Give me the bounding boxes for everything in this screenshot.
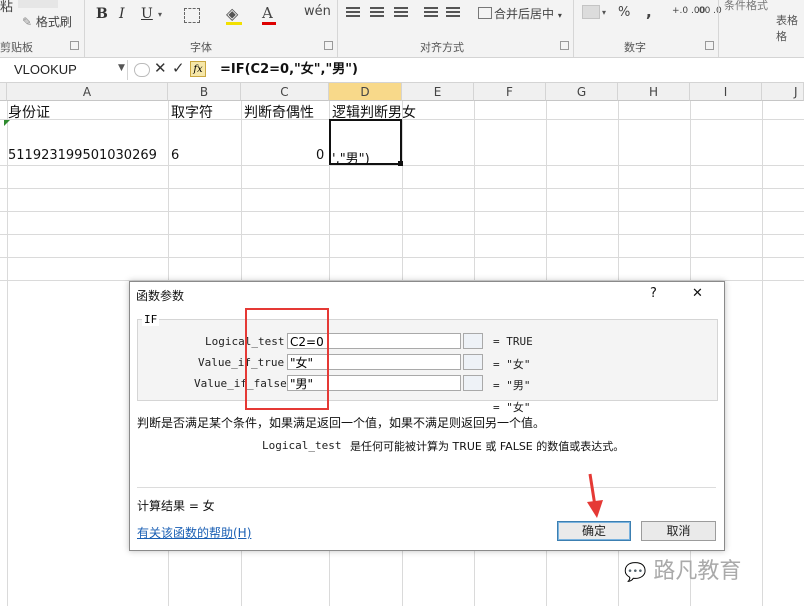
watermark: 💬 路凡教育: [624, 559, 742, 584]
merge-icon: [478, 7, 492, 19]
column-header[interactable]: G: [546, 83, 618, 101]
column-header[interactable]: A: [7, 83, 168, 101]
arg-result: = "女": [493, 358, 531, 371]
chevron-down-icon: ▾: [557, 11, 562, 20]
currency-format-icon[interactable]: [582, 5, 600, 19]
merge-center-button[interactable]: 合并后居中 ▾: [478, 5, 562, 22]
table-format-button[interactable]: 表格格: [776, 12, 804, 44]
name-box[interactable]: VLOOKUP: [0, 60, 128, 80]
brush-icon: ✎: [22, 15, 33, 29]
borders-icon[interactable]: [184, 8, 200, 23]
enter-icon[interactable]: ✓: [172, 59, 185, 77]
insert-function-button[interactable]: fx: [190, 61, 206, 77]
phonetic-icon[interactable]: wén: [304, 4, 331, 19]
ok-button[interactable]: 确定: [557, 521, 631, 541]
column-header-selected[interactable]: D: [329, 83, 402, 101]
current-arg-name: Logical_test: [262, 439, 342, 452]
calc-result: 计算结果 = 女: [137, 499, 215, 513]
annotation-arrow-icon: [587, 473, 603, 518]
align-left-icon[interactable]: [346, 7, 360, 19]
close-button[interactable]: ✕: [692, 286, 703, 301]
annotation-highlight-box: [245, 308, 329, 410]
collapse-dialog-icon[interactable]: [463, 354, 483, 370]
grid-line: [0, 211, 804, 212]
column-header[interactable]: H: [618, 83, 690, 101]
alignment-launcher-icon[interactable]: [560, 41, 569, 50]
function-name: IF: [142, 313, 160, 326]
formula-input[interactable]: =IF(C2=0,"女","男"): [220, 60, 358, 80]
align-right-icon[interactable]: [394, 7, 408, 19]
increase-indent-icon[interactable]: [446, 7, 460, 19]
column-header[interactable]: C: [241, 83, 329, 101]
overall-result: = "女": [493, 401, 531, 414]
divider: [137, 487, 716, 488]
grid-line: [0, 257, 804, 258]
clipboard-group-label: 剪贴板: [0, 41, 33, 54]
grid-line: [7, 101, 8, 606]
comma-button[interactable]: ,: [646, 3, 652, 21]
group-divider: [573, 0, 574, 57]
number-launcher-icon[interactable]: [705, 41, 714, 50]
copy-button[interactable]: [18, 0, 58, 8]
font-color-icon[interactable]: A: [262, 4, 273, 22]
grid-line: [0, 234, 804, 235]
fill-handle[interactable]: [398, 161, 403, 166]
italic-button[interactable]: I: [119, 6, 125, 22]
select-all-corner[interactable]: [0, 83, 7, 101]
cell-a2[interactable]: 511923199501030269: [8, 148, 157, 163]
column-header[interactable]: I: [690, 83, 762, 101]
conditional-format-button[interactable]: 条件格式: [724, 0, 768, 13]
arg-result: = TRUE: [493, 335, 533, 348]
paste-button[interactable]: 粘: [0, 0, 13, 15]
clipboard-launcher-icon[interactable]: [70, 41, 79, 50]
grid-line: [762, 101, 763, 606]
cell-b2[interactable]: 6: [171, 148, 179, 163]
column-header[interactable]: B: [168, 83, 241, 101]
collapse-dialog-icon[interactable]: [463, 333, 483, 349]
percent-button[interactable]: %: [618, 5, 630, 20]
cell-d2-text: ',"男"): [332, 152, 370, 167]
font-color-bar: [262, 22, 276, 25]
underline-button[interactable]: U: [141, 6, 153, 22]
cell-a1[interactable]: 身份证: [8, 102, 50, 122]
cancel-button[interactable]: 取消: [641, 521, 716, 541]
group-divider: [718, 0, 719, 57]
format-painter-button[interactable]: ✎ 格式刷: [22, 13, 72, 30]
collapse-dialog-icon[interactable]: [463, 375, 483, 391]
cell-c1[interactable]: 判断奇偶性: [244, 102, 314, 122]
group-divider: [337, 0, 338, 57]
cancel-icon[interactable]: ✕: [154, 59, 167, 77]
column-header[interactable]: E: [402, 83, 474, 101]
current-arg-description: 是任何可能被计算为 TRUE 或 FALSE 的数值或表达式。: [350, 440, 625, 453]
expand-handle[interactable]: [134, 63, 150, 77]
alignment-group-label: 对齐方式: [420, 41, 464, 54]
help-button[interactable]: ?: [650, 286, 657, 301]
cell-c2[interactable]: 0: [316, 148, 324, 163]
group-divider: [84, 0, 85, 57]
wechat-icon: 💬: [624, 562, 647, 583]
number-group-label: 数字: [624, 41, 646, 54]
column-header[interactable]: F: [474, 83, 546, 101]
decrease-indent-icon[interactable]: [424, 7, 438, 19]
error-indicator-icon[interactable]: [4, 120, 10, 126]
font-launcher-icon[interactable]: [324, 41, 333, 50]
bold-button[interactable]: B: [96, 6, 108, 22]
chevron-down-icon[interactable]: ▾: [602, 8, 606, 17]
function-help-link[interactable]: 有关该函数的帮助(H): [137, 524, 251, 541]
fill-color-bar: [226, 22, 242, 25]
arg-result: = "男": [493, 379, 531, 392]
font-group-label: 字体: [190, 41, 212, 54]
cell-b1[interactable]: 取字符: [171, 102, 213, 122]
function-description: 判断是否满足某个条件，如果满足返回一个值，如果不满足则返回另一个值。: [137, 416, 546, 430]
fill-color-icon[interactable]: ◈: [226, 4, 238, 23]
chevron-down-icon[interactable]: ▼: [118, 63, 125, 73]
align-center-icon[interactable]: [370, 7, 384, 19]
grid-line: [0, 188, 804, 189]
chevron-down-icon[interactable]: ▾: [158, 10, 162, 19]
dialog-title: 函数参数: [136, 289, 185, 303]
column-header[interactable]: J: [762, 83, 804, 101]
